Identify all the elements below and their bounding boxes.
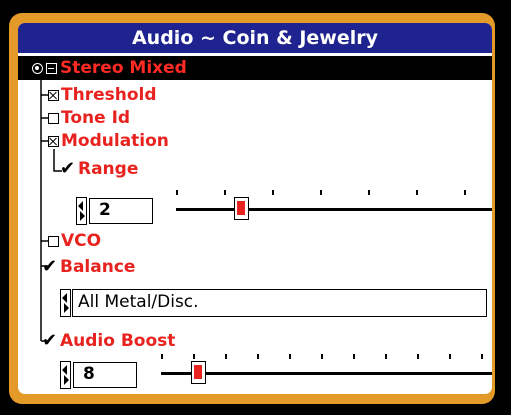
audio-boost-slider-knob[interactable] [191, 361, 206, 384]
audio-panel: Audio ~ Coin & Jewelry Stereo Mixed Thre… [18, 23, 492, 394]
tone-id-checkbox[interactable] [48, 113, 59, 124]
collapse-icon[interactable] [46, 63, 57, 74]
audio-boost-spinner[interactable] [60, 361, 71, 389]
audio-boost-check-icon: ✔ [42, 330, 58, 351]
tone-id-label[interactable]: Tone Id [61, 108, 130, 128]
range-value[interactable]: 2 [89, 198, 153, 224]
range-check-icon: ✔ [60, 158, 76, 179]
stereo-mixed-label[interactable]: Stereo Mixed [60, 58, 187, 78]
balance-select[interactable]: All Metal/Disc. [72, 289, 487, 317]
range-label[interactable]: Range [78, 159, 138, 179]
modulation-checkbox[interactable] [48, 136, 59, 147]
vco-label[interactable]: VCO [61, 231, 101, 251]
audio-boost-label[interactable]: Audio Boost [60, 331, 175, 351]
modulation-label[interactable]: Modulation [61, 131, 169, 151]
audio-boost-value[interactable]: 8 [73, 362, 137, 388]
range-slider-ticks [176, 190, 492, 195]
range-slider-track[interactable] [176, 208, 492, 211]
audio-boost-slider-track[interactable] [161, 372, 492, 375]
settings-tree: Stereo Mixed Threshold Tone Id Modulatio… [18, 23, 492, 394]
vco-checkbox[interactable] [48, 236, 59, 247]
radio-icon [32, 63, 43, 74]
threshold-checkbox[interactable] [48, 90, 59, 101]
range-slider-knob[interactable] [234, 197, 249, 220]
audio-boost-slider-ticks [161, 354, 492, 359]
range-spinner[interactable] [76, 197, 87, 225]
balance-spinner[interactable] [60, 289, 71, 317]
balance-label[interactable]: Balance [60, 257, 135, 277]
balance-check-icon: ✔ [42, 256, 58, 277]
threshold-label[interactable]: Threshold [61, 85, 157, 105]
